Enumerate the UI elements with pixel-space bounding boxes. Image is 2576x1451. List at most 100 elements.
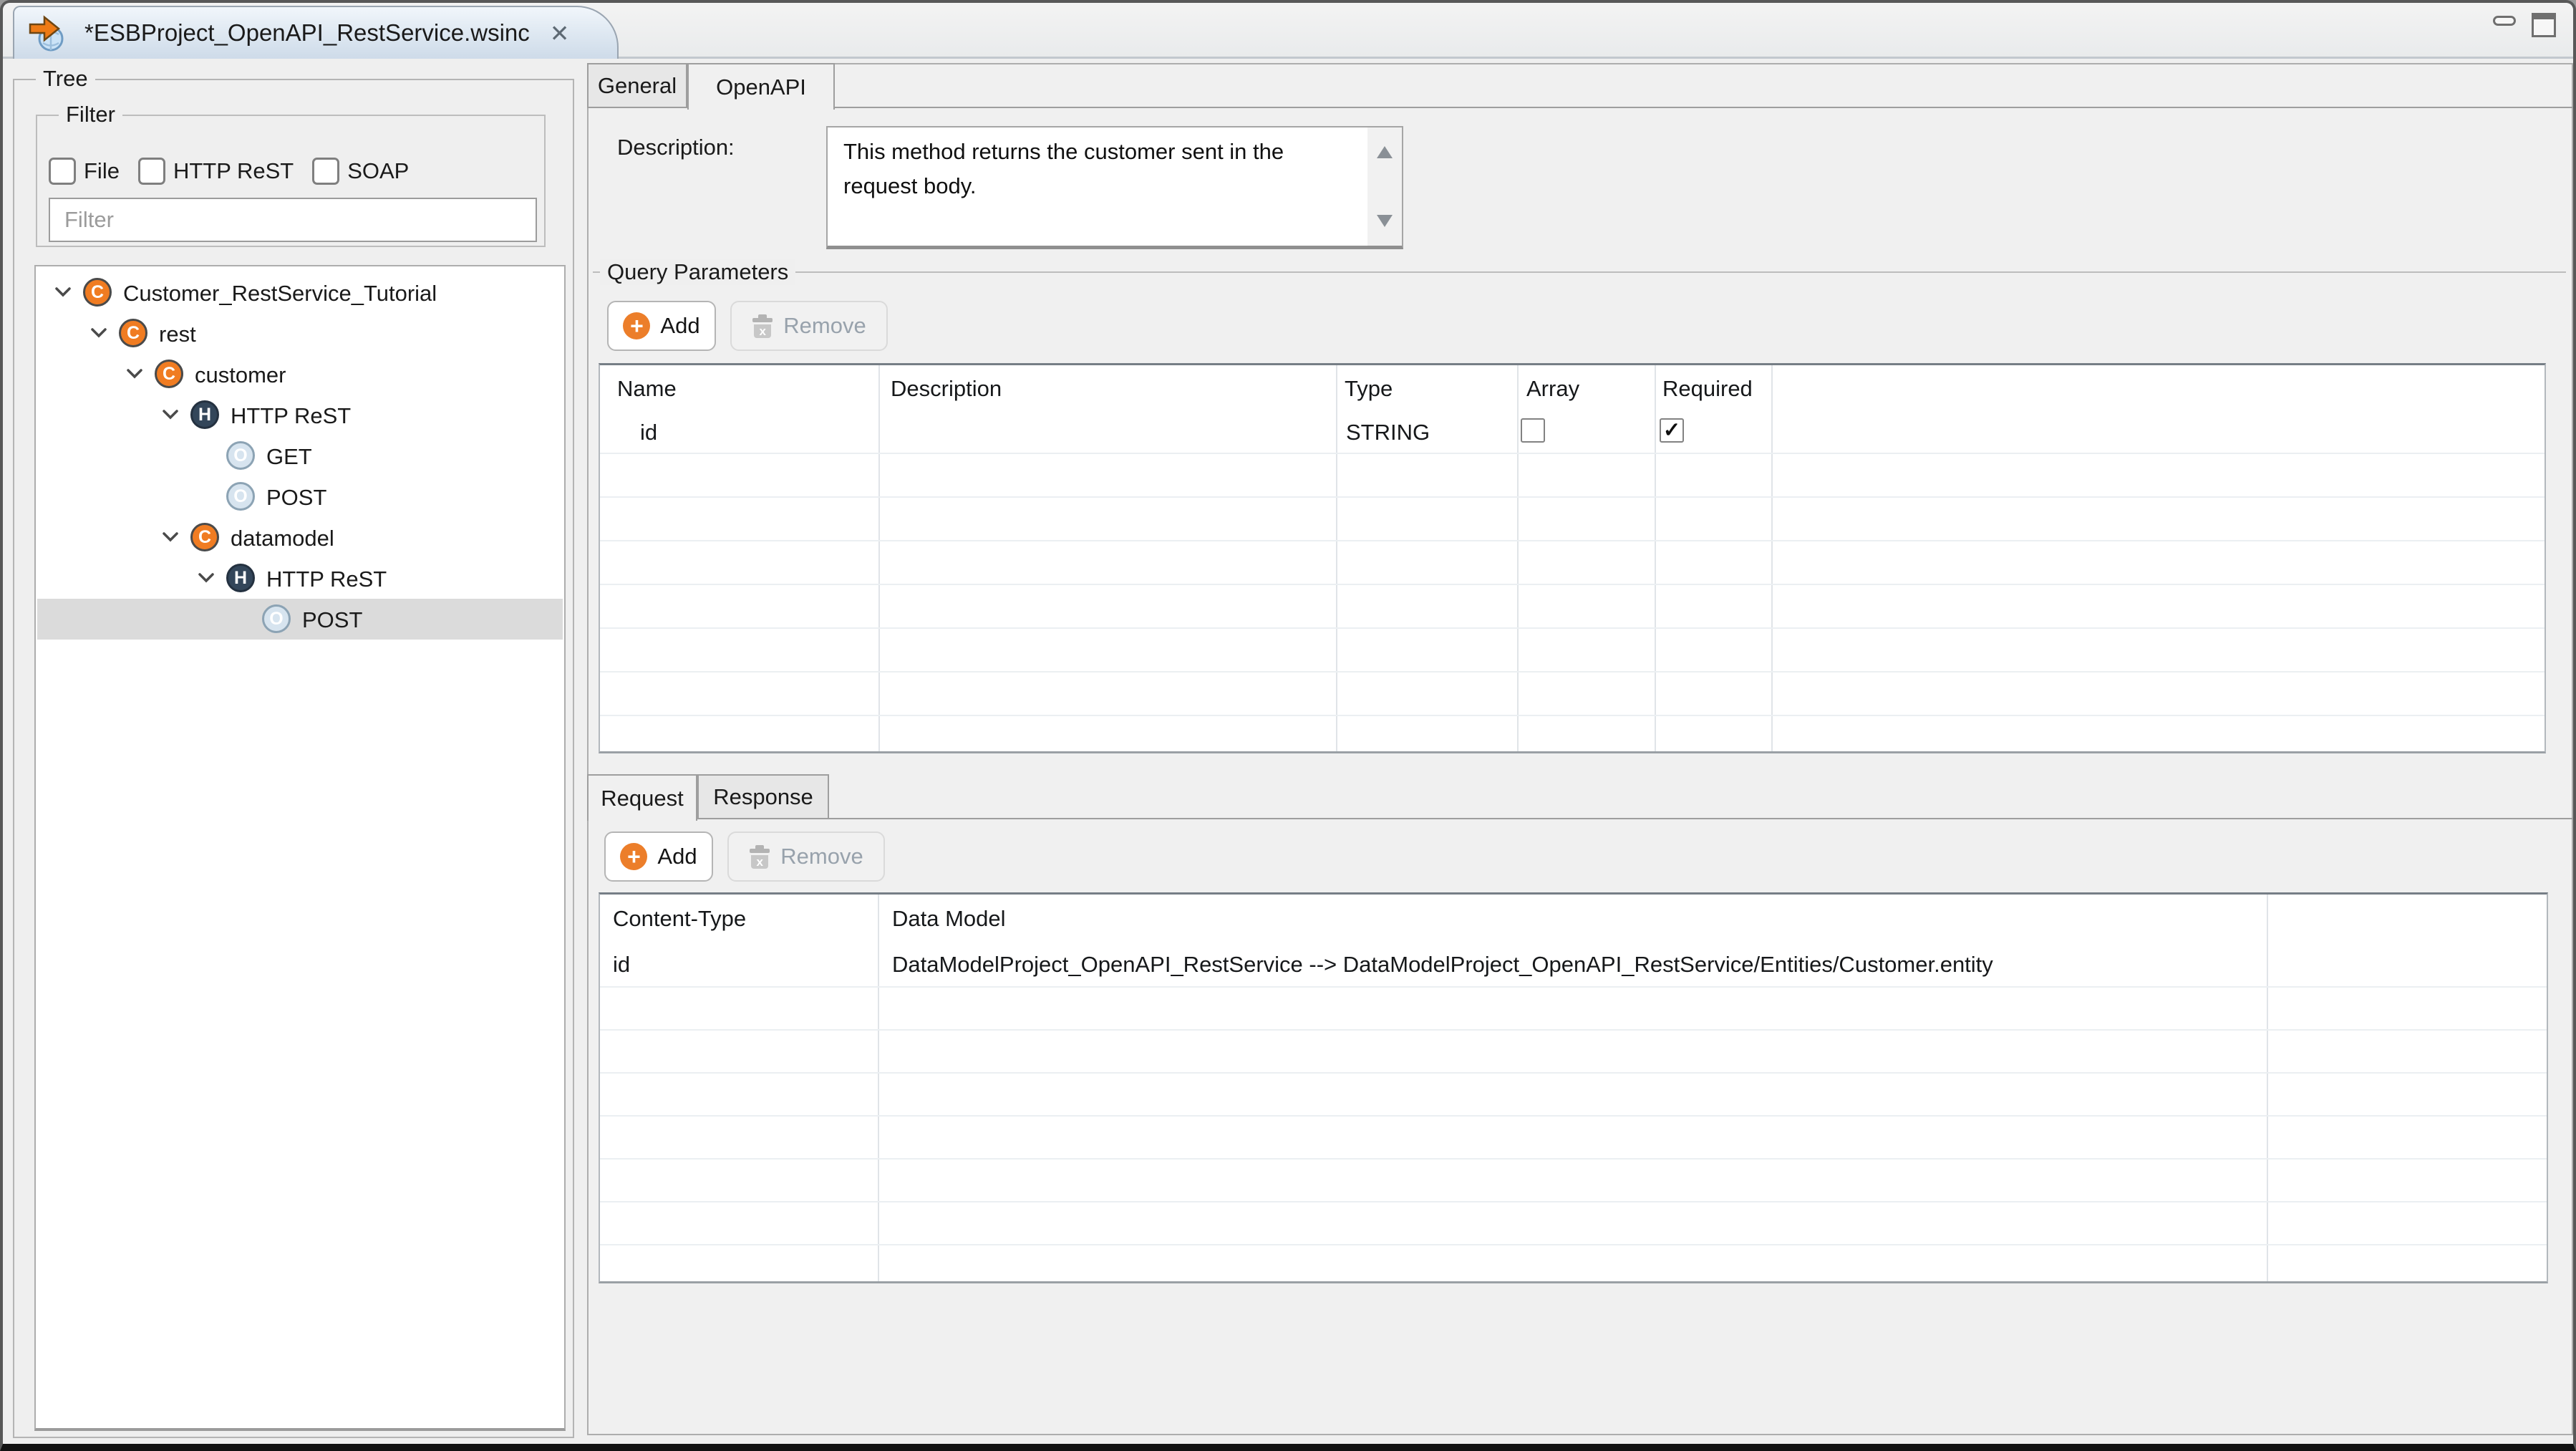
- tree-item-label: POST: [302, 607, 362, 633]
- tab-request[interactable]: Request: [587, 774, 697, 821]
- row-separator: [600, 1072, 2547, 1074]
- column-separator: [878, 365, 880, 751]
- query-parameters-group-line: [593, 271, 2566, 273]
- tree-item-label: GET: [266, 444, 312, 470]
- tree-item-customer_restservice_tutorial[interactable]: CCustomer_RestService_Tutorial: [37, 272, 563, 313]
- filter-checkbox-http-rest[interactable]: HTTP ReST: [138, 158, 294, 185]
- column-separator: [2267, 895, 2268, 1281]
- tree-node-c-icon: C: [83, 278, 112, 307]
- checkbox-label: HTTP ReST: [173, 158, 294, 184]
- tree-item-label: POST: [266, 485, 326, 511]
- payload-table[interactable]: Content-TypeData ModelidDataModelProject…: [599, 892, 2548, 1283]
- tree-item-datamodel[interactable]: Cdatamodel: [37, 517, 563, 558]
- query-parameters-add-button[interactable]: + Add: [607, 301, 716, 351]
- checkbox-icon[interactable]: [49, 158, 76, 185]
- scroll-up-icon[interactable]: [1377, 146, 1393, 158]
- tab-folder-line: [587, 107, 2573, 108]
- tab-general[interactable]: General: [587, 63, 687, 107]
- tree-item-label: rest: [159, 322, 196, 347]
- checkbox-icon[interactable]: [138, 158, 165, 185]
- description-label: Description:: [617, 135, 735, 160]
- row-separator: [600, 1158, 2547, 1160]
- wsinc-file-icon: [27, 13, 69, 53]
- description-scrollbar[interactable]: [1367, 127, 1402, 246]
- array-checkbox[interactable]: [1521, 418, 1545, 443]
- row-separator: [600, 715, 2544, 716]
- checkbox-label: SOAP: [347, 158, 409, 184]
- query-param-type: STRING: [1346, 421, 1430, 443]
- row-separator: [600, 453, 2544, 454]
- row-separator: [600, 496, 2544, 498]
- description-text: This method returns the customer sent in…: [843, 135, 1325, 203]
- filter-checkbox-row: File HTTP ReST SOAP: [49, 158, 409, 185]
- column-separator: [1517, 365, 1519, 751]
- tree-item-http-rest[interactable]: HHTTP ReST: [37, 558, 563, 599]
- column-separator: [878, 895, 879, 1281]
- row-separator: [600, 1244, 2547, 1245]
- required-checkbox[interactable]: ✓: [1660, 418, 1684, 443]
- row-separator: [600, 540, 2544, 541]
- row-separator: [600, 1115, 2547, 1117]
- trash-icon: x: [752, 314, 773, 338]
- service-tree[interactable]: CCustomer_RestService_TutorialCrestCcust…: [34, 265, 566, 1431]
- add-plus-icon: +: [623, 312, 650, 339]
- editor-tab[interactable]: *ESBProject_OpenAPI_RestService.wsinc ✕: [13, 6, 619, 59]
- tree-item-label: HTTP ReST: [266, 567, 387, 592]
- checkbox-icon[interactable]: [312, 158, 339, 185]
- chevron-down-icon[interactable]: [126, 368, 143, 380]
- tree-item-label: datamodel: [231, 526, 334, 551]
- tree-node-c-icon: C: [155, 360, 183, 388]
- tree-item-get[interactable]: O GET: [37, 435, 563, 476]
- minimize-view-icon[interactable]: [2493, 16, 2516, 26]
- payload-content-type: id: [613, 953, 630, 975]
- chevron-down-icon[interactable]: [90, 327, 107, 339]
- maximize-view-icon[interactable]: [2532, 13, 2556, 37]
- tab-folder-line: [587, 818, 2573, 819]
- tree-item-label: customer: [195, 362, 286, 388]
- row-separator: [600, 627, 2544, 629]
- checkbox-label: File: [84, 158, 120, 184]
- tree-node-c-icon: C: [119, 319, 147, 347]
- description-textarea[interactable]: This method returns the customer sent in…: [826, 126, 1403, 249]
- add-plus-icon: +: [620, 843, 647, 870]
- row-separator: [600, 986, 2547, 988]
- filter-input[interactable]: [49, 198, 537, 242]
- tree-node-c-icon: C: [190, 523, 219, 551]
- payload-data-model: DataModelProject_OpenAPI_RestService -->…: [892, 953, 1993, 975]
- tree-node-h-icon: H: [190, 400, 219, 429]
- filter-checkbox-file[interactable]: File: [49, 158, 120, 185]
- payload-add-button[interactable]: + Add: [604, 831, 713, 882]
- tree-node-o-icon: O: [226, 441, 255, 470]
- tree-item-post[interactable]: OPOST: [37, 476, 563, 517]
- table-header-required: Required: [1662, 377, 1753, 400]
- table-header-description: Description: [891, 377, 1002, 400]
- scroll-down-icon[interactable]: [1377, 215, 1393, 227]
- query-parameters-group-label: Query Parameters: [600, 259, 795, 285]
- chevron-down-icon[interactable]: [54, 286, 72, 298]
- chevron-down-icon[interactable]: [198, 572, 215, 584]
- filter-group-label: Filter: [59, 102, 122, 127]
- chevron-down-icon[interactable]: [162, 531, 179, 543]
- close-icon[interactable]: ✕: [550, 19, 570, 47]
- tree-item-http-rest[interactable]: HHTTP ReST: [37, 395, 563, 435]
- tree-item-post[interactable]: O POST: [37, 599, 563, 640]
- table-header-type: Type: [1345, 377, 1393, 400]
- column-separator: [1336, 365, 1337, 751]
- table-header-content-type: Content-Type: [613, 907, 746, 930]
- payload-remove-button[interactable]: x Remove: [727, 831, 885, 882]
- editor-tab-title: *ESBProject_OpenAPI_RestService.wsinc: [84, 19, 530, 47]
- chevron-down-icon[interactable]: [162, 409, 179, 420]
- tree-item-customer[interactable]: Ccustomer: [37, 354, 563, 395]
- filter-checkbox-soap[interactable]: SOAP: [312, 158, 409, 185]
- tab-openapi[interactable]: OpenAPI: [687, 63, 835, 110]
- tree-node-o-icon: O: [262, 604, 291, 633]
- tree-item-rest[interactable]: Crest: [37, 313, 563, 354]
- query-parameters-remove-button[interactable]: x Remove: [730, 301, 888, 351]
- query-param-name: id: [640, 421, 657, 443]
- query-parameters-table[interactable]: NameDescriptionTypeArrayRequiredidSTRING…: [599, 363, 2546, 753]
- row-separator: [600, 1201, 2547, 1202]
- row-separator: [600, 1029, 2547, 1031]
- column-separator: [1771, 365, 1773, 751]
- table-header-array: Array: [1526, 377, 1579, 400]
- tab-response[interactable]: Response: [697, 774, 829, 818]
